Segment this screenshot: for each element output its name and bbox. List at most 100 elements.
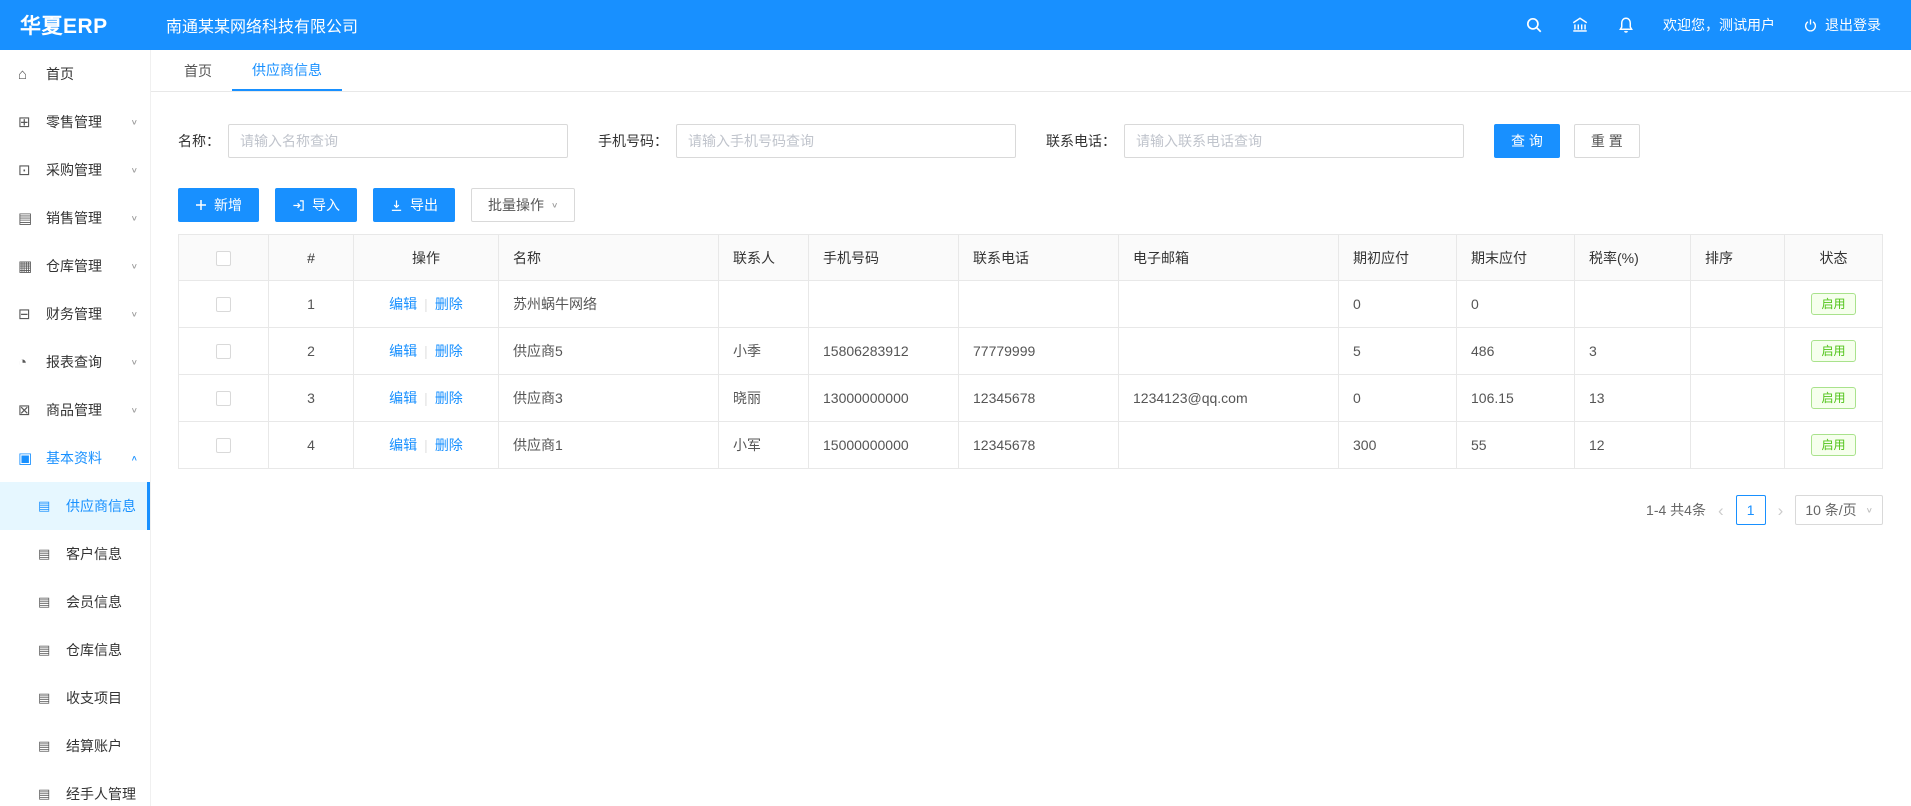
select-all-checkbox[interactable] bbox=[216, 251, 231, 266]
status-badge[interactable]: 启用 bbox=[1811, 387, 1855, 409]
basic-data-icon: ▣ bbox=[18, 449, 37, 467]
sidebar-item-member-info[interactable]: ▤ 会员信息 bbox=[0, 578, 150, 626]
home-icon: ⌂ bbox=[18, 66, 37, 83]
status-badge[interactable]: 启用 bbox=[1811, 293, 1855, 315]
document-icon: ▤ bbox=[38, 786, 57, 802]
sidebar-item-basic-data[interactable]: ▣ 基本资料 ∧ bbox=[0, 434, 150, 482]
sidebar-item-retail[interactable]: ⊞ 零售管理 ∨ bbox=[0, 98, 150, 146]
telephone: 77779999 bbox=[959, 328, 1119, 375]
company-building-icon[interactable] bbox=[1571, 16, 1589, 34]
filter-mobile: 手机号码： bbox=[598, 124, 1016, 158]
prev-page-icon[interactable]: ‹ bbox=[1716, 502, 1726, 519]
reset-button[interactable]: 重 置 bbox=[1574, 124, 1640, 158]
column-header-telephone: 联系电话 bbox=[959, 235, 1119, 281]
row-index: 3 bbox=[269, 375, 354, 422]
column-header-name: 名称 bbox=[499, 235, 719, 281]
filter-telephone: 联系电话： bbox=[1046, 124, 1464, 158]
search-button[interactable]: 查 询 bbox=[1494, 124, 1560, 158]
delete-link[interactable]: 删除 bbox=[435, 296, 463, 312]
row-checkbox[interactable] bbox=[216, 297, 231, 312]
edit-link[interactable]: 编辑 bbox=[389, 296, 417, 312]
row-checkbox[interactable] bbox=[216, 438, 231, 453]
sidebar-item-supplier-info[interactable]: ▤ 供应商信息 bbox=[0, 482, 150, 530]
batch-operation-dropdown[interactable]: 批量操作 ∨ bbox=[471, 188, 575, 222]
column-header-opening-payable: 期初应付 bbox=[1339, 235, 1457, 281]
closing-payable: 106.15 bbox=[1457, 375, 1575, 422]
sidebar-item-home[interactable]: ⌂ 首页 bbox=[0, 50, 150, 98]
logout-button[interactable]: 退出登录 bbox=[1803, 15, 1881, 35]
page-size-select[interactable]: 10 条/页 ∨ bbox=[1795, 495, 1883, 525]
batch-operation-label: 批量操作 bbox=[488, 195, 544, 215]
row-checkbox[interactable] bbox=[216, 391, 231, 406]
edit-link[interactable]: 编辑 bbox=[389, 343, 417, 359]
delete-link[interactable]: 删除 bbox=[435, 437, 463, 453]
column-header-sort: 排序 bbox=[1691, 235, 1785, 281]
add-label: 新增 bbox=[214, 195, 242, 215]
page-size-label: 10 条/页 bbox=[1805, 500, 1856, 520]
bell-icon[interactable] bbox=[1617, 16, 1635, 34]
current-page-button[interactable]: 1 bbox=[1736, 495, 1766, 525]
row-index: 1 bbox=[269, 281, 354, 328]
status-badge[interactable]: 启用 bbox=[1811, 340, 1855, 362]
tab-home[interactable]: 首页 bbox=[164, 50, 232, 91]
sidebar-item-finance[interactable]: ⊟ 财务管理 ∨ bbox=[0, 290, 150, 338]
export-button[interactable]: 导出 bbox=[373, 188, 455, 222]
tax-rate: 3 bbox=[1575, 328, 1691, 375]
status-badge[interactable]: 启用 bbox=[1811, 434, 1855, 456]
opening-payable: 0 bbox=[1339, 281, 1457, 328]
chevron-down-icon: ∨ bbox=[131, 118, 138, 126]
delete-link[interactable]: 删除 bbox=[435, 343, 463, 359]
tab-supplier-info[interactable]: 供应商信息 bbox=[232, 50, 342, 91]
sort-value bbox=[1691, 375, 1785, 422]
email bbox=[1119, 281, 1339, 328]
contact-person: 小季 bbox=[719, 328, 809, 375]
chevron-down-icon: ∨ bbox=[131, 358, 138, 366]
sidebar: ⌂ 首页 ⊞ 零售管理 ∨ ⊡ 采购管理 ∨ ▤ 销售管理 ∨ ▦ 仓库管理 ∨… bbox=[0, 50, 150, 806]
edit-link[interactable]: 编辑 bbox=[389, 390, 417, 406]
sidebar-item-warehouse-info[interactable]: ▤ 仓库信息 bbox=[0, 626, 150, 674]
telephone-label: 联系电话： bbox=[1046, 131, 1116, 151]
pagination-total: 1-4 共4条 bbox=[1646, 500, 1706, 520]
next-page-icon[interactable]: › bbox=[1776, 502, 1786, 519]
sidebar-item-warehouse[interactable]: ▦ 仓库管理 ∨ bbox=[0, 242, 150, 290]
mobile-number: 15806283912 bbox=[809, 328, 959, 375]
sidebar-item-sales[interactable]: ▤ 销售管理 ∨ bbox=[0, 194, 150, 242]
name-input[interactable] bbox=[228, 124, 568, 158]
sidebar-item-purchase[interactable]: ⊡ 采购管理 ∨ bbox=[0, 146, 150, 194]
edit-link[interactable]: 编辑 bbox=[389, 437, 417, 453]
chevron-down-icon: ∨ bbox=[131, 310, 138, 318]
telephone: 12345678 bbox=[959, 375, 1119, 422]
divider: | bbox=[424, 343, 428, 359]
add-button[interactable]: 新增 bbox=[178, 188, 259, 222]
main-area: 首页 供应商信息 名称： 手机号码： 联系电话： 查 询 重 置 bbox=[150, 50, 1911, 806]
divider: | bbox=[424, 437, 428, 453]
table-row: 1 编辑|删除 苏州蜗牛网络 0 0 启用 bbox=[179, 281, 1883, 328]
name-label: 名称： bbox=[178, 131, 220, 151]
tax-rate bbox=[1575, 281, 1691, 328]
import-button[interactable]: 导入 bbox=[275, 188, 357, 222]
header-actions: 欢迎您，测试用户 退出登录 bbox=[1525, 15, 1911, 35]
telephone-input[interactable] bbox=[1124, 124, 1464, 158]
sidebar-item-report[interactable]: ◔ 报表查询 ∨ bbox=[0, 338, 150, 386]
column-header-index: # bbox=[269, 235, 354, 281]
sidebar-item-income-expense[interactable]: ▤ 收支项目 bbox=[0, 674, 150, 722]
mobile-input[interactable] bbox=[676, 124, 1016, 158]
export-label: 导出 bbox=[410, 195, 438, 215]
sidebar-item-customer-info[interactable]: ▤ 客户信息 bbox=[0, 530, 150, 578]
app-logo: 华夏ERP bbox=[0, 10, 150, 40]
email: 1234123@qq.com bbox=[1119, 375, 1339, 422]
supplier-name: 苏州蜗牛网络 bbox=[499, 281, 719, 328]
finance-icon: ⊟ bbox=[18, 305, 37, 323]
sidebar-item-goods[interactable]: ⊠ 商品管理 ∨ bbox=[0, 386, 150, 434]
sidebar-item-label: 客户信息 bbox=[66, 544, 138, 564]
mobile-label: 手机号码： bbox=[598, 131, 668, 151]
row-checkbox[interactable] bbox=[216, 344, 231, 359]
supplier-name: 供应商3 bbox=[499, 375, 719, 422]
column-header-closing-payable: 期末应付 bbox=[1457, 235, 1575, 281]
import-label: 导入 bbox=[312, 195, 340, 215]
delete-link[interactable]: 删除 bbox=[435, 390, 463, 406]
sidebar-item-settlement-account[interactable]: ▤ 结算账户 bbox=[0, 722, 150, 770]
sidebar-item-handler-management[interactable]: ▤ 经手人管理 bbox=[0, 770, 150, 806]
column-header-status: 状态 bbox=[1785, 235, 1883, 281]
search-icon[interactable] bbox=[1525, 16, 1543, 34]
